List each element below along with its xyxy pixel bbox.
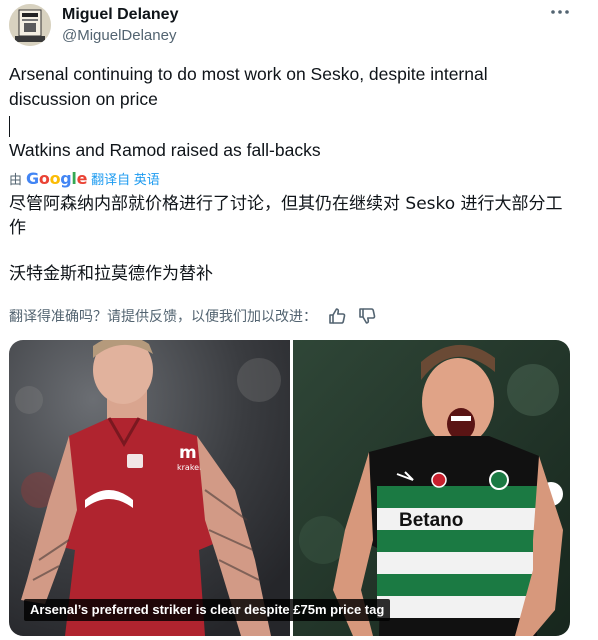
more-horizontal-icon[interactable] xyxy=(548,2,572,22)
tweet-text: Arsenal continuing to do most work on Se… xyxy=(9,62,569,112)
google-logo: Google xyxy=(26,168,88,188)
thumbs-up-icon[interactable] xyxy=(327,306,347,326)
text-caret xyxy=(9,116,10,137)
tweet-text-line: Arsenal continuing to do most work on Se… xyxy=(9,64,488,109)
photo-right-player[interactable]: Betano xyxy=(293,340,570,636)
tweet-text-line: Watkins and Ramod raised as fall-backs xyxy=(9,140,321,160)
translation-feedback: 翻译得准确吗？请提供反馈，以便我们加以改进： xyxy=(9,306,377,326)
right-shirt-sponsor: Betano xyxy=(399,510,463,531)
translated-text-line: 尽管阿森纳内部就价格进行了讨论，但其仍在继续对 Sesko 进行大部分工作 xyxy=(9,194,563,238)
photo-left-player[interactable]: m kraken xyxy=(9,340,290,636)
translation-attribution: 由 Google 翻译自 英语 xyxy=(9,168,160,188)
thumbs-down-icon[interactable] xyxy=(357,306,377,326)
author-name[interactable]: Miguel Delaney xyxy=(62,6,178,24)
author-handle[interactable]: @MiguelDelaney xyxy=(62,27,176,44)
media-caption: Arsenal’s preferred striker is clear des… xyxy=(24,599,391,621)
media-grid[interactable]: m kraken Betano xyxy=(9,340,570,636)
translated-text: 尽管阿森纳内部就价格进行了讨论，但其仍在继续对 Sesko 进行大部分工作 xyxy=(9,192,579,240)
avatar[interactable] xyxy=(9,4,51,46)
translated-from-link[interactable]: 翻译自 英语 xyxy=(91,169,160,188)
svg-text:m: m xyxy=(179,443,197,463)
translated-text-line: 沃特金斯和拉莫德作为替补 xyxy=(9,264,213,284)
translated-by-label: 由 xyxy=(9,171,23,187)
feedback-prompt: 翻译得准确吗？请提供反馈，以便我们加以改进： xyxy=(9,309,317,325)
